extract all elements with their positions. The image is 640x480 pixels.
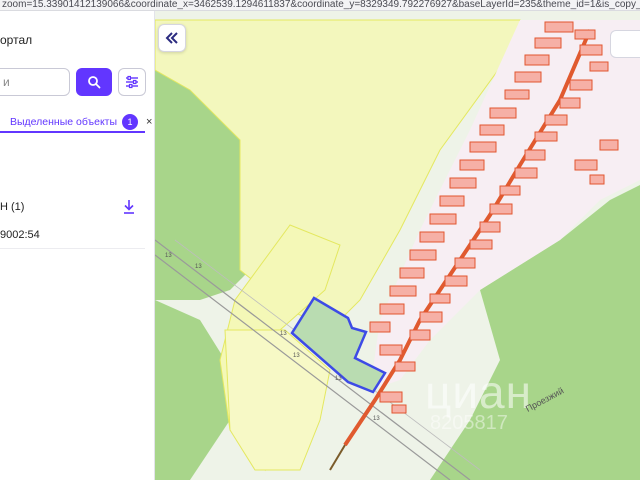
parcel-number[interactable]: 9002:54 bbox=[0, 229, 40, 241]
divider bbox=[0, 248, 145, 249]
tab-label: Выделенные объекты bbox=[10, 116, 118, 128]
map-number-label: 13 bbox=[293, 353, 300, 359]
collapse-panel-button[interactable] bbox=[158, 24, 186, 52]
map-number-label: 13 bbox=[195, 264, 202, 270]
search-input[interactable]: и bbox=[0, 68, 70, 96]
count-badge: 1 bbox=[122, 114, 139, 130]
map-control-button[interactable] bbox=[610, 30, 640, 58]
search-icon bbox=[88, 76, 101, 89]
portal-title: ортал bbox=[0, 33, 33, 47]
watermark: циан bbox=[425, 366, 533, 418]
map-number-label: 13 bbox=[280, 331, 287, 337]
download-icon[interactable] bbox=[122, 199, 136, 215]
sliders-icon bbox=[126, 75, 138, 89]
double-chevron-left-icon bbox=[165, 32, 178, 44]
close-icon[interactable]: × bbox=[146, 116, 152, 128]
tab-selected-objects[interactable]: Выделенные объекты 1 × bbox=[10, 111, 152, 133]
map-canvas[interactable] bbox=[155, 11, 640, 480]
search-button[interactable] bbox=[76, 68, 112, 96]
cadastral-map[interactable]: 13 13 13 13 13 13 bbox=[155, 11, 640, 480]
watermark-number: 8205817 bbox=[430, 412, 508, 434]
group-label: Н (1) bbox=[0, 201, 25, 213]
tab-underline bbox=[0, 131, 145, 133]
map-number-label: 13 bbox=[373, 416, 380, 422]
address-bar[interactable]: zoom=15.33901412139066&coordinate_x=3462… bbox=[0, 0, 640, 11]
map-number-label: 13 bbox=[165, 253, 172, 259]
map-number-label: 13 bbox=[335, 376, 342, 382]
filter-button[interactable] bbox=[118, 68, 146, 96]
side-panel: ортал и Выделенные объекты 1 × Н (1) 900… bbox=[0, 11, 155, 480]
